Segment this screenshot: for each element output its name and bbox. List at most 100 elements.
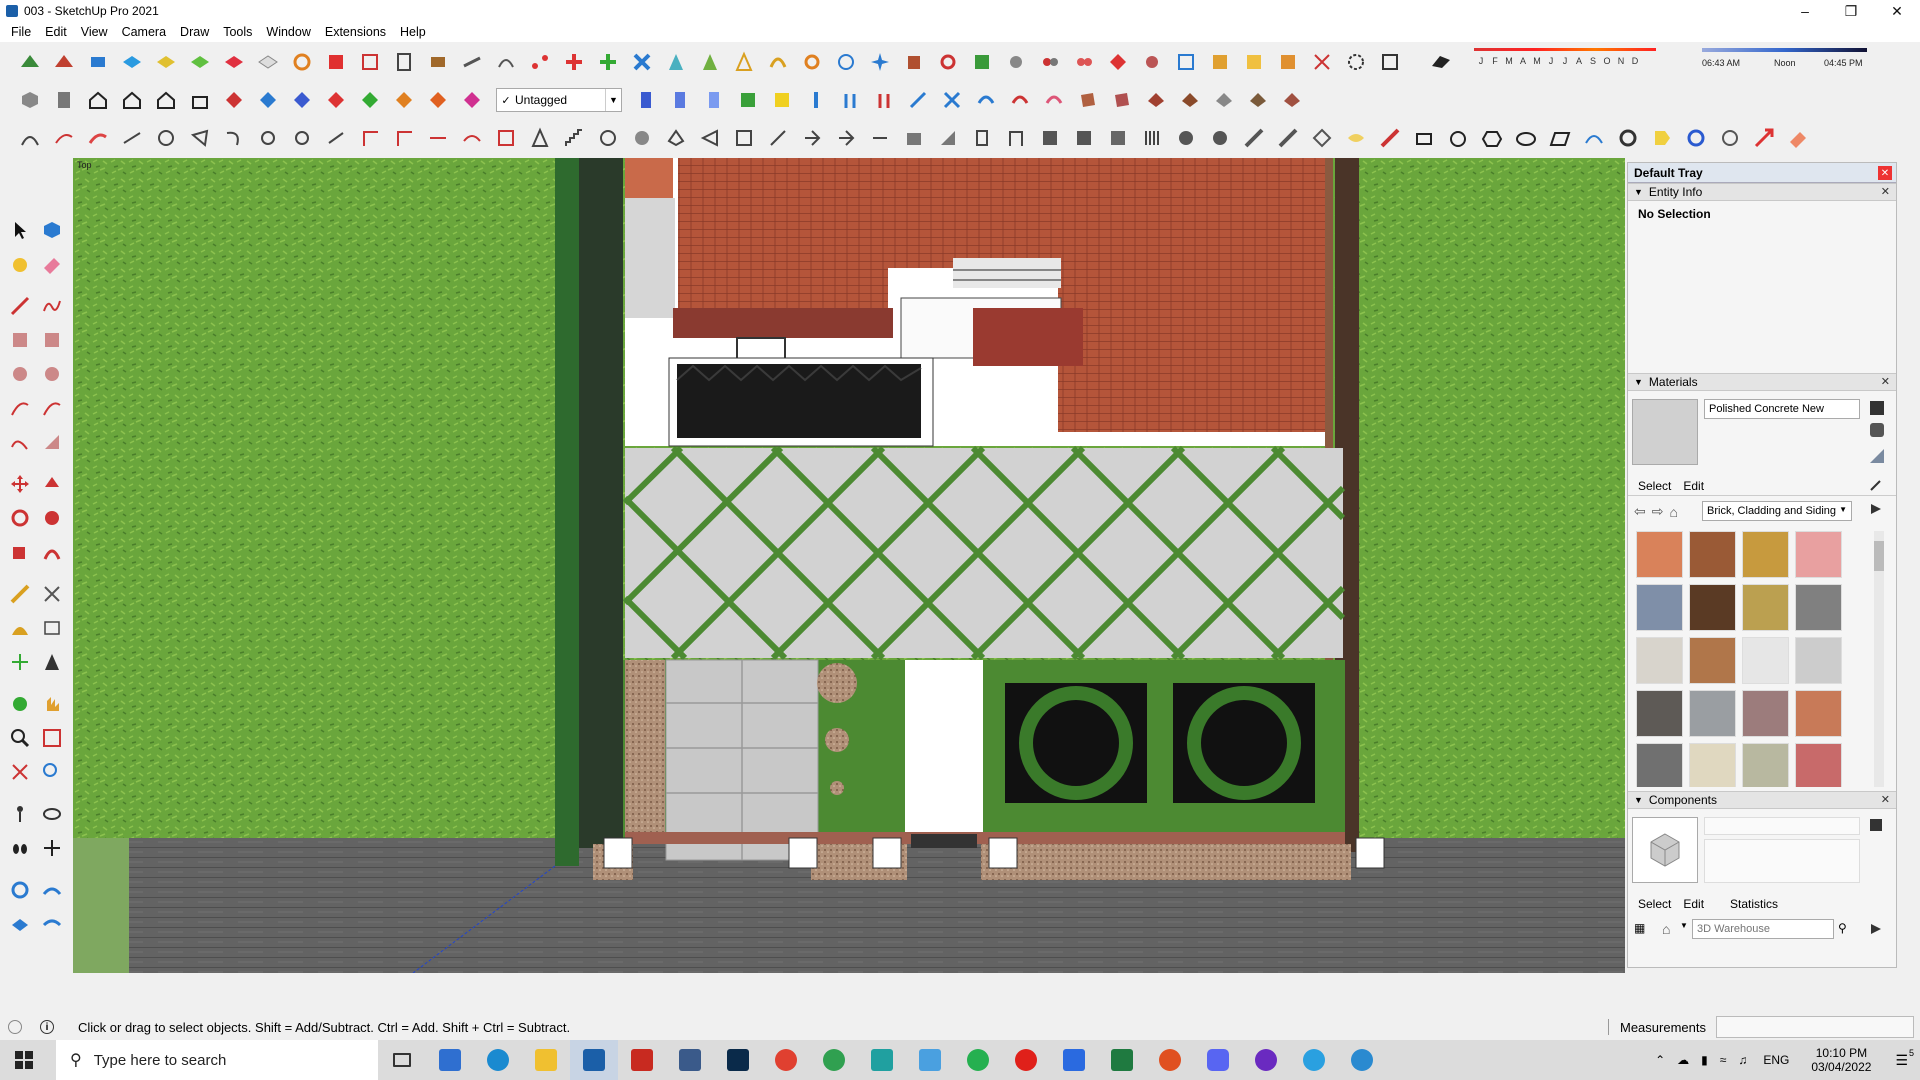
home-icon[interactable]: ⌂: [1669, 504, 1677, 520]
walk-icon[interactable]: [6, 834, 34, 862]
component-description-field[interactable]: [1704, 839, 1860, 883]
line-red-icon[interactable]: [424, 124, 452, 152]
close-icon[interactable]: ✕: [1881, 185, 1890, 198]
forward-arrow-icon[interactable]: ⇨: [1652, 503, 1664, 520]
opera-icon[interactable]: [1002, 1040, 1050, 1080]
material-swatch[interactable]: [1795, 743, 1842, 787]
stairs-icon[interactable]: [560, 124, 588, 152]
photoshop-icon[interactable]: [714, 1040, 762, 1080]
materials-tab-select[interactable]: Select: [1632, 477, 1677, 495]
corner-red2-icon[interactable]: [390, 124, 418, 152]
pan-icon[interactable]: [38, 690, 66, 718]
onedrive-icon[interactable]: ☁: [1671, 1053, 1695, 1067]
search-icon[interactable]: ⚲: [1838, 921, 1847, 935]
axes-icon[interactable]: [6, 648, 34, 676]
shape22-icon[interactable]: [1206, 124, 1234, 152]
whatsapp-icon[interactable]: [954, 1040, 1002, 1080]
layer-white-icon[interactable]: [254, 48, 282, 76]
layer-blue-icon[interactable]: [118, 48, 146, 76]
podcast-icon[interactable]: [1242, 1040, 1290, 1080]
iso-view-icon[interactable]: [16, 86, 44, 114]
materials-tab-edit[interactable]: Edit: [1677, 477, 1710, 495]
language-indicator[interactable]: ENG: [1753, 1053, 1799, 1067]
telegram-desktop-icon[interactable]: [1338, 1040, 1386, 1080]
modeling-viewport[interactable]: Top: [73, 158, 1625, 973]
info-icon[interactable]: i: [40, 1020, 54, 1034]
rectangle-tool-icon[interactable]: [6, 326, 34, 354]
create-material-icon[interactable]: [1870, 401, 1884, 415]
left-view-icon[interactable]: [186, 86, 214, 114]
components-tab-select[interactable]: Select: [1632, 895, 1677, 913]
axis-blue-icon[interactable]: [802, 86, 830, 114]
month-slider[interactable]: [1474, 48, 1656, 51]
paint-brown-icon[interactable]: [1074, 86, 1102, 114]
material-swatch[interactable]: [1742, 531, 1789, 578]
zoom-icon[interactable]: [6, 724, 34, 752]
select-tool-icon[interactable]: [6, 216, 34, 244]
lasso-icon[interactable]: [1342, 48, 1370, 76]
arc-icon[interactable]: [764, 48, 792, 76]
drape-icon[interactable]: [38, 910, 66, 938]
material-swatch[interactable]: [1689, 743, 1736, 787]
material-name-field[interactable]: Polished Concrete New: [1704, 399, 1860, 419]
layer-green-icon[interactable]: [186, 48, 214, 76]
arrow-red-icon[interactable]: [1750, 124, 1778, 152]
shape17-icon[interactable]: [1036, 124, 1064, 152]
pushpull-brown-icon[interactable]: [424, 48, 452, 76]
protractor-icon[interactable]: [6, 614, 34, 642]
start-button[interactable]: [0, 1040, 48, 1080]
components-tab-statistics[interactable]: Statistics: [1710, 895, 1784, 913]
torus-icon[interactable]: [1614, 124, 1642, 152]
shape21-icon[interactable]: [1172, 124, 1200, 152]
details-arrow-icon[interactable]: [1868, 501, 1884, 517]
materials-header[interactable]: ▼ Materials ✕: [1628, 373, 1896, 391]
section-plane-icon[interactable]: [632, 86, 660, 114]
knife-icon[interactable]: [1376, 124, 1404, 152]
frame-red-icon[interactable]: [492, 124, 520, 152]
close-icon[interactable]: ✕: [1881, 793, 1890, 806]
eraser-pink-icon[interactable]: [1784, 124, 1812, 152]
2pt-arc-icon[interactable]: [38, 394, 66, 422]
move-tool-icon[interactable]: [6, 470, 34, 498]
scene-green-icon[interactable]: [734, 86, 762, 114]
plus-green-icon[interactable]: [594, 48, 622, 76]
hand-icon[interactable]: [628, 124, 656, 152]
details-arrow-icon[interactable]: [1868, 921, 1884, 937]
grid-orange-icon[interactable]: [1206, 48, 1234, 76]
rotated-rect-icon[interactable]: [38, 326, 66, 354]
freehand-icon[interactable]: [38, 292, 66, 320]
show-hidden-icons[interactable]: ⌃: [1649, 1053, 1671, 1067]
menu-camera[interactable]: Camera: [115, 25, 173, 39]
triangle-icon[interactable]: [730, 48, 758, 76]
frame-blue-icon[interactable]: [1172, 48, 1200, 76]
sketchup-taskbar-icon[interactable]: [570, 1040, 618, 1080]
dots-red-icon[interactable]: [526, 48, 554, 76]
arc-blue-icon[interactable]: [1580, 124, 1608, 152]
terrain-icon[interactable]: [38, 876, 66, 904]
lasso-blue-icon[interactable]: [1682, 124, 1710, 152]
undo-orange-icon[interactable]: [288, 48, 316, 76]
material-swatch[interactable]: [1742, 690, 1789, 737]
arrows-red-icon[interactable]: [870, 86, 898, 114]
scene-yellow-icon[interactable]: [768, 86, 796, 114]
top-view-icon[interactable]: [50, 86, 78, 114]
tree-icon[interactable]: [968, 48, 996, 76]
eyedropper-icon[interactable]: [1868, 475, 1886, 493]
material-swatch[interactable]: [1636, 531, 1683, 578]
measurements-input[interactable]: [1716, 1016, 1914, 1038]
shape14-icon[interactable]: [934, 124, 962, 152]
swatch-scrollbar[interactable]: [1874, 531, 1884, 787]
section-cut-icon[interactable]: [700, 86, 728, 114]
move-magenta-icon[interactable]: [458, 86, 486, 114]
shape12-icon[interactable]: [866, 124, 894, 152]
line-red2-icon[interactable]: [458, 124, 486, 152]
geo-location-icon[interactable]: [8, 1020, 22, 1034]
roof4-icon[interactable]: [1244, 86, 1272, 114]
position-camera-icon[interactable]: [6, 800, 34, 828]
curve-tool-icon[interactable]: [16, 124, 44, 152]
front-view-icon[interactable]: [84, 86, 112, 114]
zoom-window-icon[interactable]: [38, 724, 66, 752]
grid-orange2-icon[interactable]: [1274, 48, 1302, 76]
stamp-icon[interactable]: [6, 910, 34, 938]
material-swatch[interactable]: [1636, 690, 1683, 737]
